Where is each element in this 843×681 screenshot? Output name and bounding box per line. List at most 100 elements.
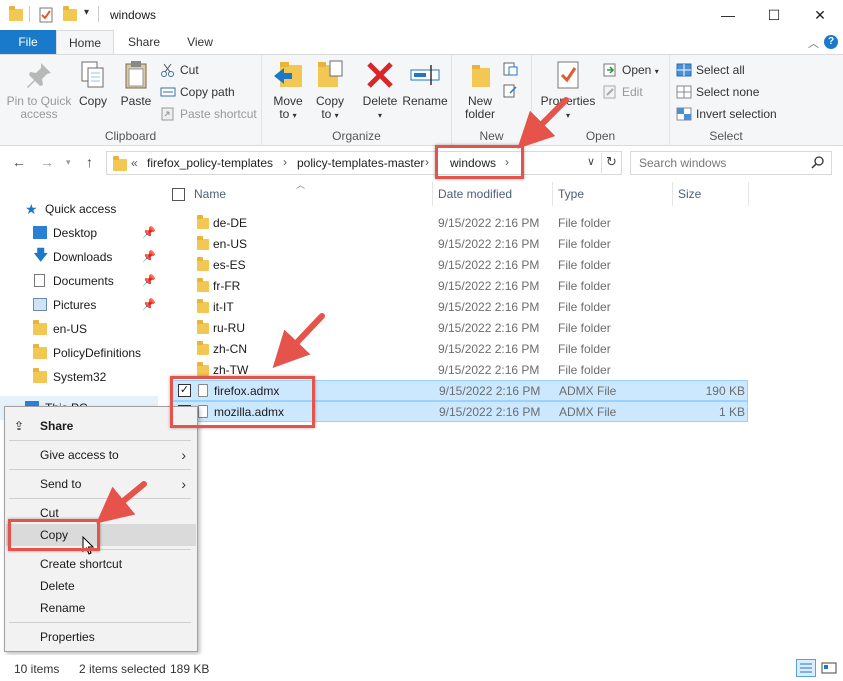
table-row[interactable]: ru-RU 9/15/2022 2:16 PM File folder [170, 318, 748, 339]
tab-view[interactable]: View [174, 30, 226, 54]
collapse-ribbon-icon[interactable]: ︿ [808, 35, 819, 51]
tab-file[interactable]: File [0, 30, 56, 54]
minimize-button[interactable]: — [705, 0, 751, 30]
rename-button[interactable]: Rename [402, 59, 448, 108]
cut-label: Cut [180, 63, 199, 77]
open-icon [602, 63, 618, 77]
nav-system32[interactable]: System32 [0, 365, 158, 389]
refresh-icon[interactable]: ↻ [606, 154, 617, 170]
nav-downloads[interactable]: 🡇 Downloads 📌 [0, 245, 158, 269]
tab-share[interactable]: Share [118, 30, 170, 54]
invert-selection-button[interactable]: Invert selection [676, 104, 777, 124]
help-icon[interactable]: ? [824, 35, 838, 49]
menu-item-create-shortcut[interactable]: Create shortcut [6, 553, 196, 575]
pin-icon[interactable]: 📌 [142, 245, 156, 269]
edit-button[interactable]: Edit [602, 82, 643, 102]
file-type: ADMX File [559, 384, 617, 398]
menu-item-give-access[interactable]: Give access to › [6, 444, 196, 466]
column-header-date[interactable]: Date modified [438, 180, 512, 208]
back-arrow-icon[interactable]: ← [12, 154, 26, 170]
up-arrow-icon[interactable]: ↑ [86, 154, 93, 170]
large-icons-view-icon[interactable] [820, 659, 838, 677]
breadcrumb-separator-icon[interactable]: › [425, 155, 429, 169]
menu-item-send-to[interactable]: Send to › [6, 473, 196, 495]
close-button[interactable]: ✕ [797, 0, 843, 30]
file-type: File folder [558, 279, 611, 293]
cut-button[interactable]: Cut [160, 60, 199, 80]
overflow-crumb[interactable]: « [131, 156, 138, 170]
copy-to-button[interactable]: Copy to ▾ [310, 59, 350, 122]
maximize-button[interactable]: ☐ [751, 0, 797, 30]
properties-button[interactable]: Properties ▾ [536, 59, 600, 122]
new-item-icon[interactable] [502, 61, 522, 79]
table-row[interactable]: en-US 9/15/2022 2:16 PM File folder [170, 234, 748, 255]
table-row[interactable]: fr-FR 9/15/2022 2:16 PM File folder [170, 276, 748, 297]
file-date: 9/15/2022 2:16 PM [438, 258, 540, 272]
select-all-button[interactable]: Select all [676, 60, 745, 80]
select-all-icon [676, 63, 692, 77]
pin-icon[interactable]: 📌 [142, 269, 156, 293]
pin-icon[interactable]: 📌 [142, 221, 156, 245]
customize-quick-access-icon[interactable]: ▾ [84, 7, 89, 18]
folder-icon [197, 278, 209, 292]
desktop-icon [33, 226, 47, 239]
pin-to-quick-access-button[interactable]: Pin to Quick access [4, 59, 74, 121]
select-none-button[interactable]: Select none [676, 82, 759, 102]
easy-access-icon[interactable] [502, 83, 522, 101]
menu-item-delete[interactable]: Delete [6, 575, 196, 597]
new-folder-button[interactable]: New folder [460, 59, 500, 121]
table-row[interactable]: zh-CN 9/15/2022 2:16 PM File folder [170, 339, 748, 360]
column-header-name[interactable]: Name [194, 180, 226, 208]
address-bar[interactable]: « firefox_policy-templates › policy-temp… [106, 151, 622, 175]
file-size: 1 KB [718, 405, 745, 419]
nav-quick-access[interactable]: ★ Quick access [0, 197, 158, 221]
paste-shortcut-button[interactable]: Paste shortcut [160, 104, 257, 124]
delete-button[interactable]: Delete ▾ [360, 59, 400, 122]
copy-button[interactable]: Copy [74, 59, 112, 108]
properties-check-icon[interactable] [38, 7, 54, 23]
properties-label: Properties [540, 94, 596, 108]
details-view-icon[interactable] [796, 659, 816, 677]
select-all-label: Select all [696, 63, 745, 77]
properties-icon [552, 59, 584, 91]
nav-pictures[interactable]: Pictures 📌 [0, 293, 158, 317]
rename-icon [409, 59, 441, 91]
breadcrumb-firefox-policy-templates[interactable]: firefox_policy-templates [147, 156, 273, 170]
table-row[interactable]: de-DE 9/15/2022 2:16 PM File folder [170, 213, 748, 234]
address-dropdown-icon[interactable]: ∨ [587, 155, 595, 168]
file-name: es-ES [213, 258, 246, 272]
column-header-type[interactable]: Type [558, 180, 584, 208]
select-none-label: Select none [696, 85, 760, 99]
recent-locations-icon[interactable]: ▾ [66, 157, 71, 168]
breadcrumb-separator-icon[interactable]: › [283, 155, 287, 169]
folder-icon [197, 299, 209, 313]
copy-path-button[interactable]: Copy path [160, 82, 235, 102]
paste-button[interactable]: Paste [116, 59, 156, 108]
menu-item-share[interactable]: ⇪ Share [6, 415, 196, 437]
file-type: File folder [558, 321, 611, 335]
breadcrumb-policy-templates-master[interactable]: policy-templates-master [297, 156, 424, 170]
title-bar: ▾ windows — ☐ ✕ [0, 0, 843, 30]
nav-policydefinitions[interactable]: PolicyDefinitions [0, 341, 158, 365]
nav-documents[interactable]: Documents 📌 [0, 269, 158, 293]
nav-pictures-label: Pictures [53, 298, 97, 312]
forward-arrow-icon[interactable]: → [40, 154, 54, 170]
table-row[interactable]: es-ES 9/15/2022 2:16 PM File folder [170, 255, 748, 276]
table-row[interactable]: it-IT 9/15/2022 2:16 PM File folder [170, 297, 748, 318]
column-header-size[interactable]: Size [678, 180, 701, 208]
pin-icon[interactable]: 📌 [142, 293, 156, 317]
move-to-button[interactable]: Move to ▾ [268, 59, 308, 122]
menu-item-rename[interactable]: Rename [6, 597, 196, 619]
menu-item-properties[interactable]: Properties [6, 626, 196, 648]
search-input[interactable]: Search windows [630, 151, 832, 175]
search-icon[interactable] [811, 155, 825, 172]
annotation-highlight-copy [8, 519, 100, 551]
nav-en-us[interactable]: en-US [0, 317, 158, 341]
documents-icon [34, 274, 45, 287]
tab-home[interactable]: Home [56, 30, 114, 54]
menu-create-shortcut-label: Create shortcut [40, 557, 123, 571]
open-button[interactable]: Open ▾ [602, 60, 659, 80]
select-all-checkbox[interactable] [172, 188, 185, 201]
new-folder-icon[interactable] [62, 6, 78, 21]
nav-desktop[interactable]: Desktop 📌 [0, 221, 158, 245]
